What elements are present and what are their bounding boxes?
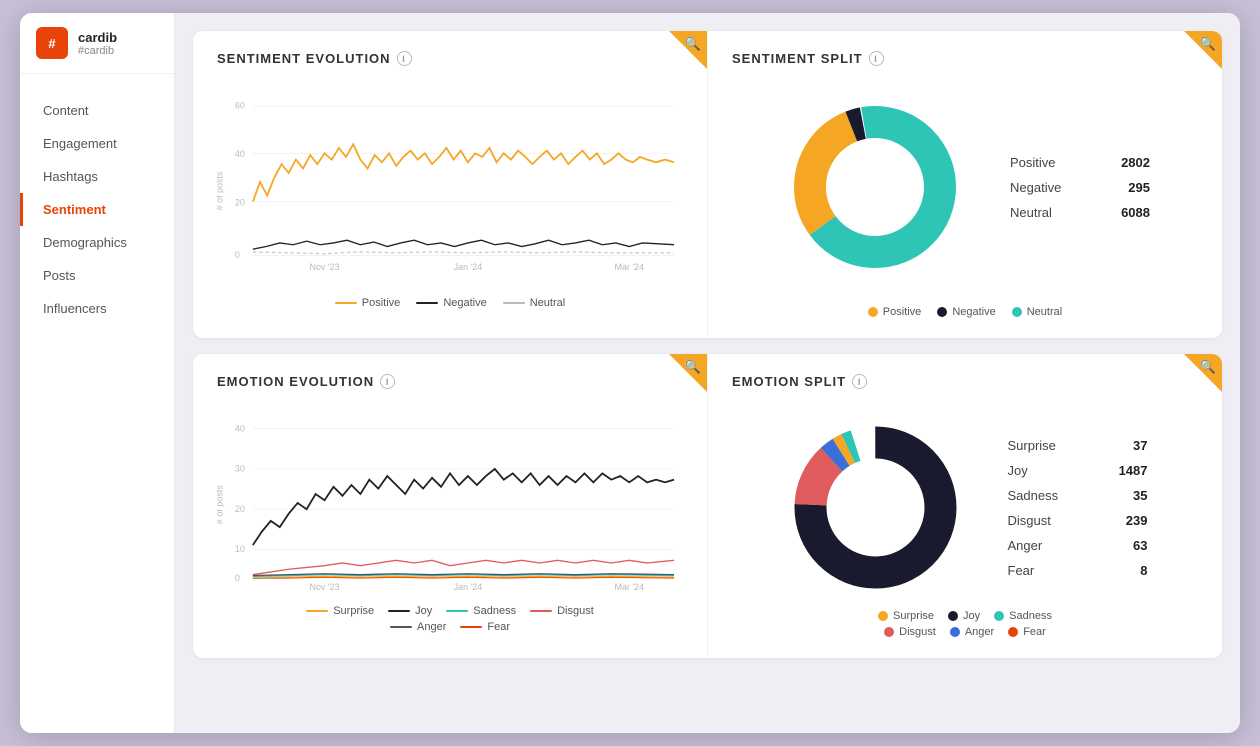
sentiment-split-panel: 🔍 SENTIMENT SPLIT i [707,31,1222,338]
emo-legend-surprise: Surprise [306,605,374,617]
search-icon-emotion-split: 🔍 [1200,359,1216,375]
sidebar-item-influencers[interactable]: Influencers [20,292,174,325]
emo-split-legend-fear: Fear [1008,626,1046,638]
svg-text:10: 10 [235,544,245,554]
emotion-evolution-title: EMOTION EVOLUTION i [217,374,683,389]
app-name: cardib [78,30,117,45]
emotion-donut-chart [783,415,968,600]
svg-text:# of posts: # of posts [217,485,224,524]
split-fear-row: Fear 8 [1008,563,1148,578]
svg-text:Nov '23: Nov '23 [309,262,339,272]
emotion-split-panel: 🔍 EMOTION SPLIT i [707,354,1222,658]
sidebar-item-engagement[interactable]: Engagement [20,127,174,160]
emo-split-legend-disgust: Disgust [884,626,936,638]
sentiment-split-title: SENTIMENT SPLIT i [732,51,1198,66]
svg-text:20: 20 [235,197,245,207]
emo-legend-fear: Fear [460,621,510,633]
emotion-evolution-legend: Surprise Joy Sadness Disgust [217,605,683,633]
sentiment-evolution-panel: 🔍 SENTIMENT EVOLUTION i 60 40 20 0 # of … [193,31,707,338]
sidebar-item-demographics[interactable]: Demographics [20,226,174,259]
emo-legend-joy: Joy [388,605,432,617]
app-handle: #cardib [78,45,117,57]
donut-legend-neutral: Neutral [1012,306,1062,318]
split-positive-row: Positive 2802 [1010,155,1150,170]
split-disgust-row: Disgust 239 [1008,513,1148,528]
sentiment-card: 🔍 SENTIMENT EVOLUTION i 60 40 20 0 # of … [193,31,1222,338]
svg-text:40: 40 [235,423,245,433]
svg-text:30: 30 [235,464,245,474]
search-icon-emotion-evo: 🔍 [685,359,701,375]
sidebar-logo: # cardib #cardib [20,13,174,74]
svg-text:0: 0 [235,250,240,260]
emo-split-legend-joy: Joy [948,610,980,622]
emotion-split-content: Surprise 37 Joy 1487 Sadness 35 Disgus [732,405,1198,610]
svg-text:Jan '24: Jan '24 [454,262,483,272]
split-anger-row: Anger 63 [1008,538,1148,553]
emo-legend-sadness: Sadness [446,605,516,617]
svg-text:40: 40 [235,149,245,159]
sentiment-donut-chart [780,92,970,282]
emotion-evolution-chart: 40 30 20 10 0 # of posts [217,405,683,605]
svg-text:Nov '23: Nov '23 [309,582,339,592]
sidebar-item-sentiment[interactable]: Sentiment [20,193,174,226]
split-joy-row: Joy 1487 [1008,463,1148,478]
sidebar-item-content[interactable]: Content [20,94,174,127]
sidebar: # cardib #cardib Content Engagement Hash… [20,13,175,733]
emotion-evolution-info[interactable]: i [380,374,395,389]
split-negative-row: Negative 295 [1010,180,1150,195]
search-icon: 🔍 [685,36,701,52]
emotion-card: 🔍 EMOTION EVOLUTION i 40 30 20 10 0 # of… [193,354,1222,658]
emotion-split-legend-table: Surprise 37 Joy 1487 Sadness 35 Disgus [1008,438,1148,578]
sentiment-split-content: Positive 2802 Negative 295 Neutral 6088 [732,82,1198,292]
emotion-split-title: EMOTION SPLIT i [732,374,1198,389]
legend-negative: Negative [416,297,486,309]
split-neutral-row: Neutral 6088 [1010,205,1150,220]
emo-split-legend-surprise: Surprise [878,610,934,622]
sidebar-nav: Content Engagement Hashtags Sentiment De… [20,74,174,345]
svg-text:60: 60 [235,101,245,111]
main-content: 🔍 SENTIMENT EVOLUTION i 60 40 20 0 # of … [175,13,1240,733]
donut-legend-positive: Positive [868,306,922,318]
sentiment-split-info[interactable]: i [869,51,884,66]
emotion-donut-legend: Surprise Joy Sadness [732,610,1198,638]
legend-neutral-line [503,302,525,304]
emo-split-legend-anger: Anger [950,626,994,638]
split-surprise-row: Surprise 37 [1008,438,1148,453]
legend-negative-line [416,302,438,304]
sidebar-item-hashtags[interactable]: Hashtags [20,160,174,193]
sentiment-evolution-chart: 60 40 20 0 # of posts [217,82,683,287]
sentiment-donut-legend: Positive Negative Neutral [732,306,1198,318]
sidebar-item-posts[interactable]: Posts [20,259,174,292]
split-sadness-row: Sadness 35 [1008,488,1148,503]
emo-legend-anger: Anger [390,621,446,633]
emo-legend-disgust: Disgust [530,605,594,617]
emotion-split-info[interactable]: i [852,374,867,389]
svg-text:20: 20 [235,504,245,514]
donut-legend-negative: Negative [937,306,995,318]
svg-text:Mar '24: Mar '24 [614,262,644,272]
search-icon-split: 🔍 [1200,36,1216,52]
sentiment-evolution-info[interactable]: i [397,51,412,66]
svg-text:Mar '24: Mar '24 [614,582,644,592]
emotion-evolution-panel: 🔍 EMOTION EVOLUTION i 40 30 20 10 0 # of… [193,354,707,658]
legend-positive-line [335,302,357,304]
svg-text:Jan '24: Jan '24 [454,582,483,592]
app-logo-icon: # [36,27,68,59]
logo-text: cardib #cardib [78,30,117,57]
sentiment-evolution-legend: Positive Negative Neutral [217,297,683,309]
emo-split-legend-sadness: Sadness [994,610,1052,622]
sentiment-evolution-title: SENTIMENT EVOLUTION i [217,51,683,66]
app-window: # cardib #cardib Content Engagement Hash… [20,13,1240,733]
svg-text:# of posts: # of posts [217,171,224,210]
svg-text:0: 0 [235,573,240,583]
sentiment-split-legend-table: Positive 2802 Negative 295 Neutral 6088 [1010,155,1150,220]
legend-neutral: Neutral [503,297,565,309]
legend-positive: Positive [335,297,401,309]
